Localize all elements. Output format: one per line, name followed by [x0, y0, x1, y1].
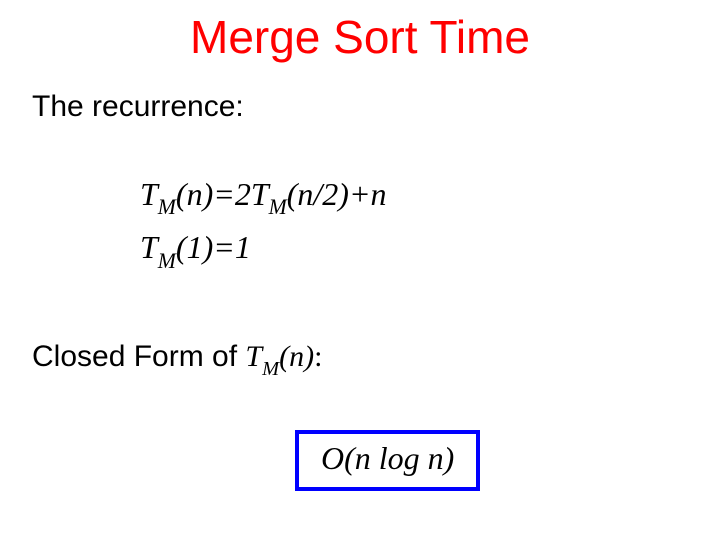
sym-T: T [140, 229, 158, 265]
paren-open: ( [279, 340, 289, 373]
var-n: n [371, 176, 387, 212]
recurrence-heading: The recurrence: [32, 90, 244, 124]
recurrence-line-1: TM(n)=2TM(n/2)+n [140, 170, 387, 223]
paren-close: ) [203, 229, 214, 265]
recurrence-line-2: TM(1)=1 [140, 223, 387, 276]
recurrence-equations: TM(n)=2TM(n/2)+n TM(1)=1 [140, 170, 387, 276]
closed-form-prefix: Closed Form of [32, 340, 245, 373]
sub-M: M [269, 195, 287, 219]
var-n-over-2: n/2 [297, 176, 338, 212]
const-1: 1 [187, 229, 203, 265]
equals: = [213, 229, 235, 265]
closed-form-heading: Closed Form of TM(n): [32, 340, 322, 379]
slide-title: Merge Sort Time [0, 10, 720, 64]
var-n: n [289, 340, 304, 373]
slide: Merge Sort Time The recurrence: TM(n)=2T… [0, 0, 720, 540]
sym-T: T [140, 176, 158, 212]
paren-open: ( [176, 229, 187, 265]
sub-M: M [158, 195, 176, 219]
plus: + [349, 176, 371, 212]
equals: = [213, 176, 235, 212]
const-1: 1 [235, 229, 251, 265]
sym-T: T [251, 176, 269, 212]
closed-form-expr: TM(n) [245, 340, 314, 373]
closed-form-answer-box: O(n log n) [295, 430, 480, 491]
sub-M: M [158, 249, 176, 273]
const-2: 2 [235, 176, 251, 212]
paren-open: ( [176, 176, 187, 212]
paren-close: ) [203, 176, 214, 212]
colon: : [314, 340, 322, 373]
closed-form-answer: O(n log n) [321, 440, 454, 476]
var-n: n [187, 176, 203, 212]
paren-close: ) [338, 176, 349, 212]
paren-close: ) [304, 340, 314, 373]
paren-open: ( [287, 176, 298, 212]
sym-T: T [245, 340, 262, 373]
sub-M: M [262, 358, 279, 380]
